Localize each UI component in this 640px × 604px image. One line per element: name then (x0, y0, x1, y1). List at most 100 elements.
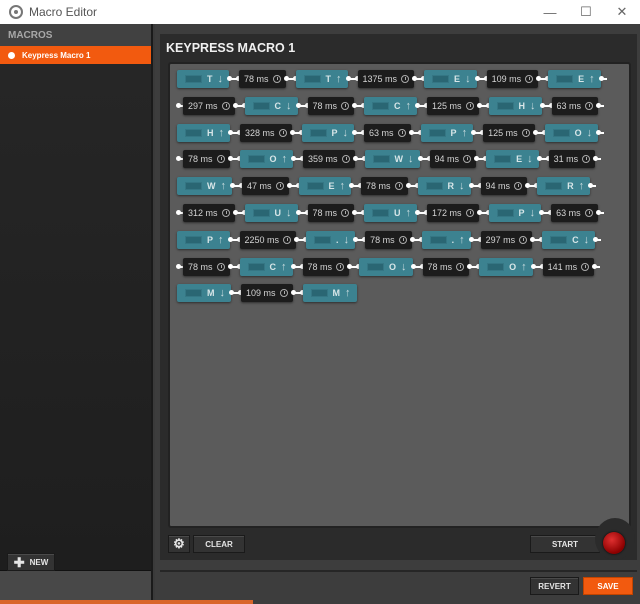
connector (468, 183, 483, 189)
key-event-node[interactable]: O ↑ (479, 257, 533, 276)
delay-node[interactable]: 78 ms (183, 150, 230, 169)
key-event-node[interactable]: . ↓ (306, 230, 356, 249)
delay-node[interactable]: 172 ms (427, 204, 479, 222)
key-event-node[interactable]: W ↑ (177, 177, 232, 196)
delay-node[interactable]: 78 ms (365, 230, 412, 249)
delay-node[interactable]: 141 ms (542, 257, 595, 276)
key-label: P (450, 127, 457, 138)
macros-sidebar: MACROS Keypress Macro 1 (0, 24, 153, 604)
key-event-node[interactable]: E ↑ (298, 177, 352, 196)
delay-node[interactable]: 1375 ms (357, 70, 415, 88)
key-event-node[interactable]: M ↑ (302, 284, 357, 303)
key-label: P (207, 234, 214, 245)
delay-node[interactable]: 78 ms (239, 70, 286, 88)
key-event-node[interactable]: C ↑ (364, 96, 418, 115)
connector-end (593, 156, 602, 162)
delay-node[interactable]: 78 ms (302, 257, 350, 276)
close-button[interactable]: ✕ (604, 0, 640, 24)
key-label: O (269, 154, 277, 165)
keyboard-icon (372, 155, 390, 164)
arrow-down-icon: ↓ (529, 207, 536, 219)
delay-node[interactable]: 63 ms (364, 123, 411, 142)
delay-node[interactable]: 78 ms (183, 257, 230, 276)
key-event-node[interactable]: R ↑ (537, 177, 591, 196)
key-event-node[interactable]: P ↓ (301, 123, 355, 142)
keyboard-icon (185, 235, 202, 244)
key-event-node[interactable]: U ↑ (364, 204, 418, 222)
key-event-node[interactable]: M ↓ (177, 284, 231, 303)
key-event-node[interactable]: P ↑ (420, 123, 474, 142)
revert-button[interactable]: REVERT (530, 577, 579, 595)
connector (410, 263, 425, 269)
delay-node[interactable]: 78 ms (307, 96, 355, 115)
key-event-node[interactable]: P ↑ (177, 230, 230, 249)
new-macro-button[interactable]: ✚ NEW (7, 553, 55, 571)
start-recording-button[interactable]: START (530, 535, 600, 553)
key-event-node[interactable]: W ↓ (364, 150, 420, 169)
delay-node[interactable]: 63 ms (551, 204, 598, 222)
delay-node[interactable]: 297 ms (183, 96, 235, 115)
key-event-node[interactable]: E ↓ (424, 70, 477, 88)
connector (352, 129, 367, 135)
delay-node[interactable]: 63 ms (551, 96, 599, 115)
connector (352, 156, 367, 162)
key-label: M (332, 288, 341, 299)
delay-node[interactable]: 109 ms (486, 70, 539, 88)
delay-node[interactable]: 94 ms (429, 150, 477, 169)
key-event-node[interactable]: O ↑ (239, 150, 294, 169)
delay-node[interactable]: 78 ms (422, 257, 470, 276)
key-event-node[interactable]: C ↓ (542, 230, 596, 249)
minimize-button[interactable]: — (532, 0, 568, 24)
key-event-node[interactable]: H ↑ (177, 123, 230, 142)
key-event-node[interactable]: C ↓ (244, 96, 298, 115)
delay-node[interactable]: 312 ms (183, 204, 235, 222)
keyboard-icon (494, 155, 512, 164)
delay-node[interactable]: 359 ms (303, 150, 355, 169)
delay-node[interactable]: 78 ms (361, 177, 408, 196)
delay-value: 78 ms (312, 208, 338, 218)
connector (227, 236, 242, 242)
clock-icon (398, 235, 407, 244)
key-event-node[interactable]: E ↓ (486, 150, 539, 169)
sidebar-item-keypress-macro-1[interactable]: Keypress Macro 1 (0, 46, 151, 64)
connector-end (592, 263, 601, 269)
connector (417, 156, 432, 162)
delay-node[interactable]: 31 ms (548, 150, 596, 169)
delay-node[interactable]: 2250 ms (239, 230, 297, 249)
delay-node[interactable]: 125 ms (483, 123, 535, 142)
keyboard-icon (429, 235, 447, 244)
delay-node[interactable]: 297 ms (480, 230, 533, 249)
sequence-row: T ↓ 78 ms T ↑ 1375 ms E ↓ 109 ms E ↑ (177, 70, 607, 88)
connector (291, 156, 306, 162)
key-event-node[interactable]: C ↑ (239, 257, 293, 276)
delay-node[interactable]: 78 ms (307, 204, 355, 222)
delay-node[interactable]: 94 ms (480, 177, 528, 196)
save-button[interactable]: SAVE (583, 577, 633, 595)
delay-node[interactable]: 47 ms (242, 177, 289, 196)
keyboard-icon (372, 101, 390, 110)
key-event-node[interactable]: O ↓ (544, 123, 599, 142)
key-event-node[interactable]: . ↑ (421, 230, 471, 249)
key-event-node[interactable]: U ↓ (244, 204, 298, 222)
macro-sequence-canvas[interactable]: T ↓ 78 ms T ↑ 1375 ms E ↓ 109 ms E ↑ 297 ms C ↓ 78 ms C… (168, 62, 631, 528)
clear-button[interactable]: CLEAR (193, 535, 245, 553)
key-event-node[interactable]: T ↓ (177, 70, 229, 88)
key-event-node[interactable]: P ↓ (488, 204, 542, 222)
connector (228, 129, 242, 135)
record-indicator-button[interactable] (603, 532, 625, 554)
connector-end (596, 102, 605, 108)
key-event-node[interactable]: E ↑ (548, 70, 601, 88)
key-event-node[interactable]: H ↓ (488, 96, 542, 115)
delay-node[interactable]: 328 ms (240, 123, 292, 142)
key-event-node[interactable]: R ↓ (417, 177, 471, 196)
delay-node[interactable]: 125 ms (427, 96, 479, 115)
maximize-button[interactable]: ☐ (568, 0, 604, 24)
settings-button[interactable]: ⚙ (168, 535, 190, 553)
key-event-node[interactable]: T ↑ (295, 70, 348, 88)
connector (525, 183, 540, 189)
delay-node[interactable]: 109 ms (241, 284, 293, 303)
new-button-label: NEW (29, 557, 49, 567)
clock-icon (514, 182, 523, 191)
key-event-node[interactable]: O ↓ (359, 257, 413, 276)
connector (405, 183, 420, 189)
